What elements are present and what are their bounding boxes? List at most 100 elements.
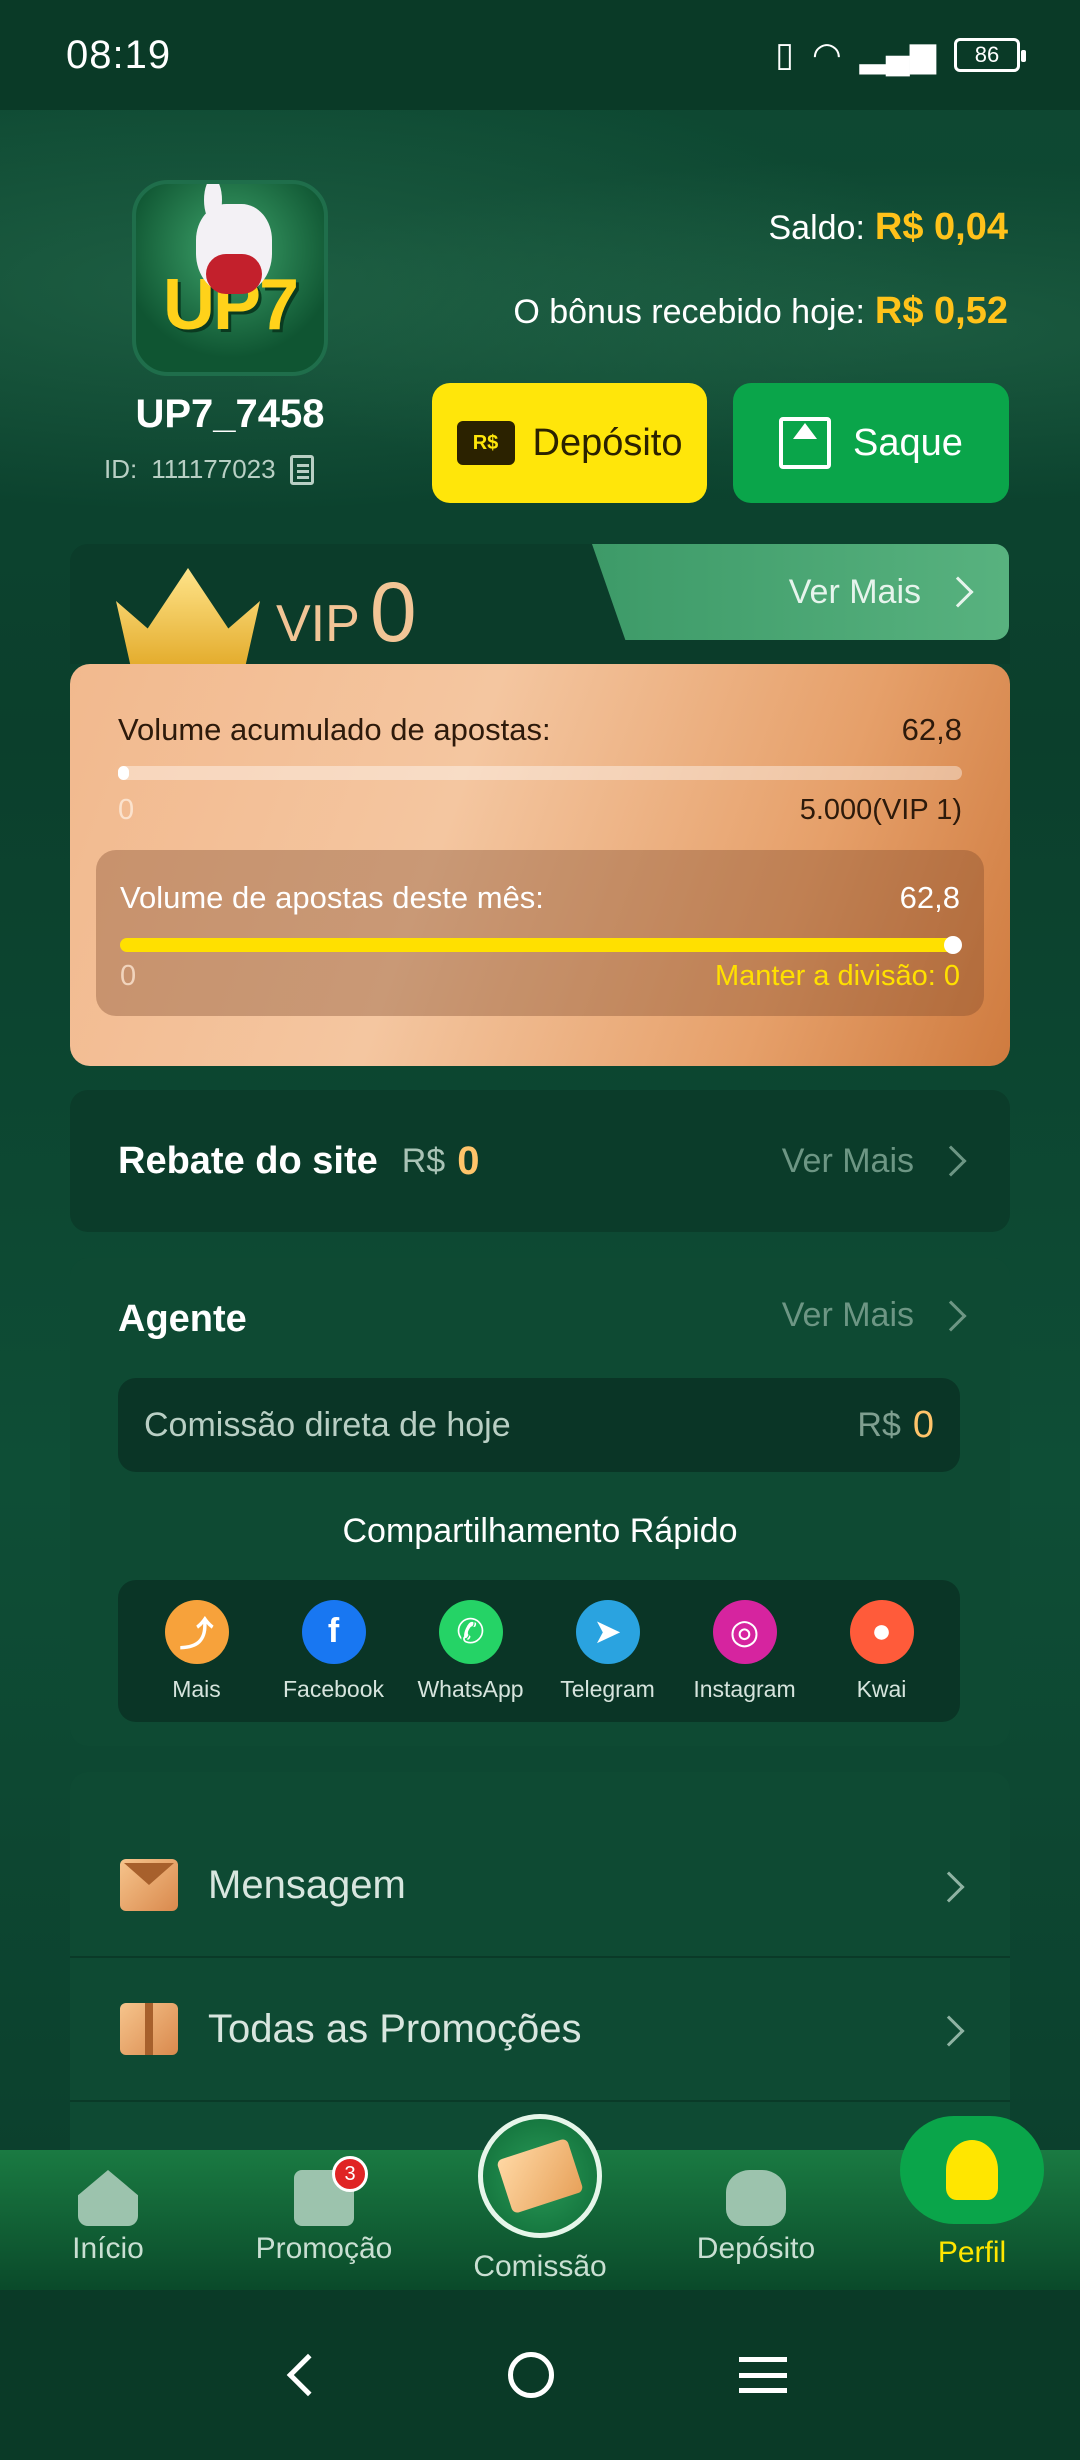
- withdraw-button[interactable]: Saque: [733, 383, 1009, 503]
- withdraw-button-label: Saque: [853, 421, 963, 464]
- share-label: Mais: [172, 1675, 221, 1702]
- share-list: ⤴ Mais f Facebook ✆ WhatsApp ➤ Telegram …: [118, 1580, 960, 1722]
- system-navigation: [0, 2290, 1080, 2460]
- rebate-title: Rebate do site: [118, 1139, 378, 1182]
- share-item-instagram[interactable]: ◎ Instagram: [680, 1599, 810, 1703]
- rebate-card[interactable]: Rebate do site R$ 0 Ver Mais: [70, 1090, 1010, 1232]
- deposit-button[interactable]: R$ Depósito: [432, 383, 707, 503]
- rebate-ver-mais-label: Ver Mais: [781, 1141, 914, 1180]
- bonus-value: R$ 0,52: [874, 290, 1008, 332]
- share-label: WhatsApp: [417, 1675, 524, 1702]
- vip-ver-mais-label: Ver Mais: [788, 572, 921, 611]
- rebate-value: 0: [457, 1138, 480, 1183]
- user-id: ID: 111177023: [104, 454, 314, 485]
- menu-list: Mensagem Todas as Promoções: [70, 1772, 1010, 2152]
- nav-profile-label: Perfil: [937, 2236, 1007, 2269]
- wallet-icon: R$: [456, 421, 515, 465]
- rebate-currency: R$: [401, 1141, 446, 1180]
- menu-item-label: Todas as Promoções: [208, 2006, 582, 2051]
- instagram-icon: ◎: [712, 1599, 777, 1664]
- user-id-value: 111177023: [151, 454, 276, 484]
- bonus-row: O bônus recebido hoje: R$ 0,52: [513, 290, 1008, 333]
- cash-box-icon: [496, 2137, 584, 2215]
- vip-ver-mais-button[interactable]: Ver Mais: [592, 544, 1009, 640]
- user-id-label: ID:: [104, 454, 138, 484]
- balance-value: R$ 0,04: [874, 206, 1008, 248]
- battery-level: 86: [974, 42, 1000, 67]
- whatsapp-icon: ✆: [438, 1599, 503, 1664]
- menu-icon[interactable]: [739, 2357, 788, 2393]
- share-item-kwai[interactable]: ● Kwai: [817, 1599, 947, 1703]
- agent-ver-mais-button[interactable]: Ver Mais: [782, 1296, 967, 1335]
- share-item-facebook[interactable]: f Facebook: [269, 1599, 399, 1703]
- telegram-icon: ➤: [575, 1599, 640, 1664]
- status-time: 08:19: [66, 32, 172, 77]
- share-item-mais[interactable]: ⤴ Mais: [132, 1599, 262, 1703]
- share-label: Facebook: [282, 1675, 384, 1702]
- accumulated-progress-bar: [118, 766, 962, 780]
- money-bag-icon: [726, 2170, 786, 2226]
- facebook-icon: f: [301, 1599, 366, 1664]
- share-icon: ⤴: [164, 1599, 229, 1664]
- chevron-right-icon: [912, 2007, 965, 2052]
- back-icon[interactable]: [286, 2353, 329, 2397]
- accumulated-label: Volume acumulado de apostas:: [118, 712, 551, 747]
- nav-profile[interactable]: [900, 2116, 1044, 2224]
- menu-item-mensagem[interactable]: Mensagem: [70, 1814, 1010, 1958]
- nav-deposit[interactable]: Depósito: [676, 2170, 836, 2266]
- vip-level: VIP 0: [276, 564, 417, 661]
- nav-promo[interactable]: 3 Promoção: [244, 2156, 404, 2266]
- avatar[interactable]: UP7: [132, 180, 328, 376]
- share-label: Telegram: [560, 1675, 655, 1702]
- rebate-ver-mais-button[interactable]: Ver Mais: [781, 1141, 967, 1181]
- status-bar: 08:19 ▯ ◠ ▂▄▆ 86: [0, 0, 1080, 110]
- chevron-right-icon: [935, 1145, 967, 1177]
- commission-label: Comissão direta de hoje: [144, 1405, 511, 1444]
- nav-home-label: Início: [72, 2232, 144, 2265]
- commission-value: 0: [912, 1403, 934, 1446]
- share-item-whatsapp[interactable]: ✆ WhatsApp: [406, 1599, 536, 1703]
- nav-home[interactable]: Início: [28, 2170, 188, 2266]
- commission-currency: R$: [857, 1405, 901, 1444]
- share-title: Compartilhamento Rápido: [342, 1512, 738, 1550]
- vip-label: VIP: [276, 595, 360, 653]
- agent-card: Agente Ver Mais Comissão direta de hoje …: [70, 1258, 1010, 1746]
- menu-item-promocoes[interactable]: Todas as Promoções: [70, 1958, 1010, 2102]
- chevron-right-icon: [912, 1863, 965, 1908]
- nav-commission-label: Comissão: [473, 2250, 607, 2283]
- month-label: Volume de apostas deste mês:: [120, 880, 544, 915]
- accumulated-row: Volume acumulado de apostas: 62,8: [118, 712, 962, 748]
- nav-promo-label: Promoção: [255, 2232, 393, 2265]
- share-label: Kwai: [856, 1675, 907, 1702]
- menu-item-label: Mensagem: [208, 1862, 406, 1907]
- status-icons: ▯ ◠ ▂▄▆ 86: [775, 35, 1026, 75]
- home-icon: [78, 2170, 138, 2226]
- bunny-mascot-icon: [196, 184, 272, 294]
- nav-deposit-label: Depósito: [696, 2232, 816, 2265]
- accumulated-scale: 0 5.000(VIP 1): [118, 794, 962, 827]
- month-progress-bar: [120, 936, 962, 954]
- bonus-label: O bônus recebido hoje:: [513, 293, 865, 331]
- share-label: Instagram: [693, 1675, 796, 1702]
- monthly-volume-panel: Volume de apostas deste mês: 62,8 0 Mant…: [96, 850, 984, 1016]
- chevron-right-icon: [935, 1299, 967, 1332]
- accumulated-value: 62,8: [901, 712, 962, 747]
- month-min: 0: [120, 960, 137, 992]
- balance-row: Saldo: R$ 0,04: [769, 206, 1009, 249]
- month-scale: 0 Manter a divisão: 0: [120, 960, 960, 993]
- signal-icon: ▂▄▆: [859, 36, 936, 74]
- user-icon: [946, 2140, 998, 2200]
- deposit-button-label: Depósito: [532, 421, 683, 464]
- battery-icon: 86: [954, 38, 1026, 72]
- commission-today: Comissão direta de hoje R$ 0: [118, 1378, 960, 1472]
- share-item-telegram[interactable]: ➤ Telegram: [543, 1599, 673, 1703]
- copy-icon[interactable]: [289, 454, 314, 485]
- vibrate-icon: ▯: [775, 36, 794, 74]
- username: UP7_7458: [135, 392, 325, 436]
- home-circle-icon[interactable]: [507, 2352, 554, 2398]
- vip-progress-card: Volume acumulado de apostas: 62,8 0 5.00…: [70, 664, 1010, 1066]
- vip-level-number: 0: [369, 565, 417, 659]
- nav-commission-button[interactable]: [478, 2114, 602, 2238]
- kwai-icon: ●: [849, 1599, 914, 1664]
- gift-icon: [120, 2003, 178, 2055]
